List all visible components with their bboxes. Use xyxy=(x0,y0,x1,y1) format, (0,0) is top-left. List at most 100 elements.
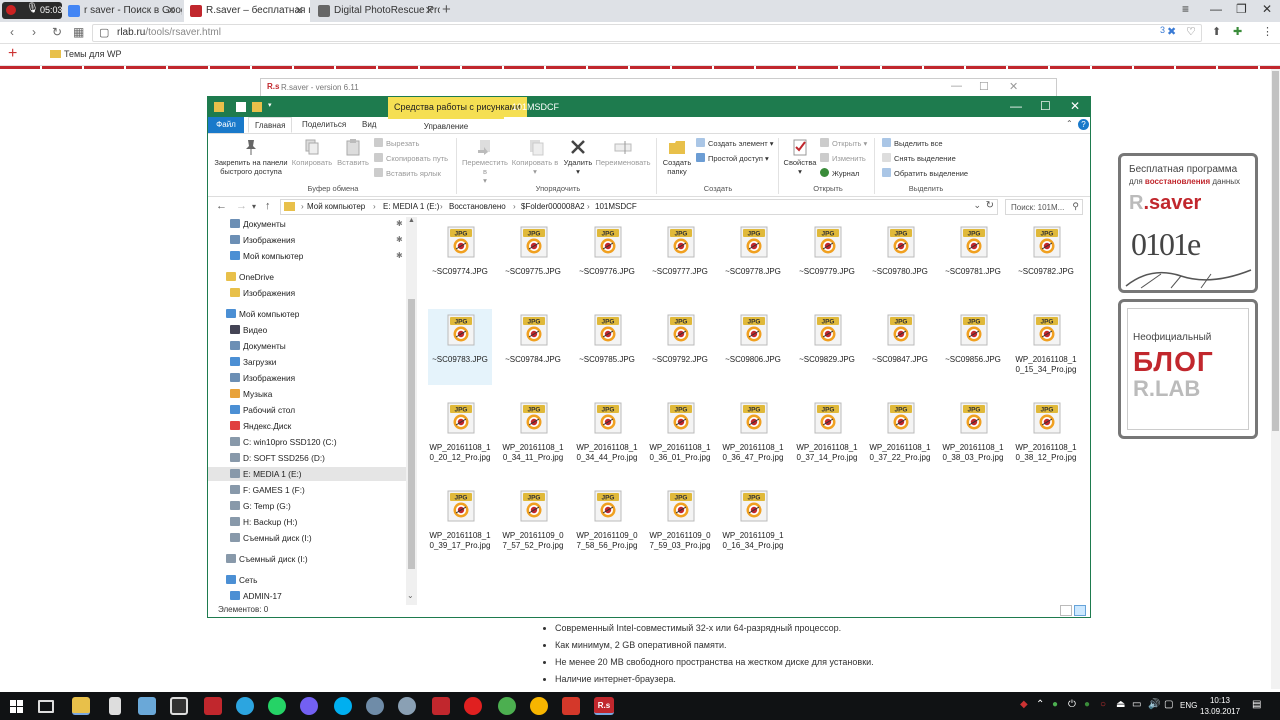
file-item[interactable]: JPG WP_20161108_10_36_01_Pro.jpg xyxy=(648,397,712,473)
nav-item[interactable]: H: Backup (H:) xyxy=(208,515,406,529)
file-item[interactable]: JPG ~SC09777.JPG xyxy=(648,221,712,297)
stash-icon[interactable]: ≡ xyxy=(1182,2,1189,16)
cut-button[interactable]: Вырезать xyxy=(374,138,419,148)
nav-scrollbar[interactable]: ▲ ⌄ xyxy=(406,217,417,605)
tab-home[interactable]: Главная xyxy=(248,117,293,133)
minimize-icon[interactable]: — xyxy=(1010,99,1022,113)
scroll-thumb[interactable] xyxy=(408,299,415,569)
scroll-up-icon[interactable]: ▲ xyxy=(408,217,415,224)
maximize-icon[interactable]: ☐ xyxy=(1040,99,1051,113)
invert-selection-button[interactable]: Обратить выделение xyxy=(882,168,968,178)
new-item-button[interactable]: Создать элемент ▾ xyxy=(696,138,774,148)
close-icon[interactable]: ✕ xyxy=(167,0,176,22)
browser-tab-photorescue[interactable]: Digital PhotoRescue Pro ... ✕ xyxy=(312,0,440,22)
nav-item[interactable]: Рабочий стол xyxy=(208,403,406,417)
tab-manage[interactable]: Управление xyxy=(388,117,504,133)
nav-item[interactable]: Музыка xyxy=(208,387,406,401)
file-item[interactable]: JPG ~SC09780.JPG xyxy=(868,221,932,297)
copy-button[interactable]: Копировать xyxy=(290,138,334,167)
lock-app-icon[interactable] xyxy=(170,697,188,715)
path-field[interactable]: › Мой компьютер › E: MEDIA 1 (E:) › Восс… xyxy=(280,199,998,215)
network-icon[interactable]: ▭ xyxy=(1132,699,1141,710)
skype-icon[interactable] xyxy=(334,697,352,715)
file-item[interactable]: JPG ~SC09775.JPG xyxy=(501,221,565,297)
heart-icon[interactable]: ♡ xyxy=(1186,25,1196,38)
large-icons-view-icon[interactable] xyxy=(1074,605,1086,616)
refresh-icon[interactable]: ↻ xyxy=(986,200,994,211)
task-view-icon[interactable] xyxy=(38,700,54,713)
file-item[interactable]: JPG ~SC09847.JPG xyxy=(868,309,932,385)
minimize-icon[interactable]: — xyxy=(1210,2,1222,16)
recent-dropdown-icon[interactable]: ▾ xyxy=(252,202,256,211)
nav-item[interactable]: G: Temp (G:) xyxy=(208,499,406,513)
copy-to-button[interactable]: Копировать в ▾ xyxy=(510,138,560,176)
reload-icon[interactable]: ↻ xyxy=(52,25,62,39)
file-item[interactable]: JPG WP_20161108_10_39_17_Pro.jpg xyxy=(428,485,492,561)
language-indicator[interactable]: ENG xyxy=(1180,701,1197,710)
file-item[interactable]: JPG ~SC09782.JPG xyxy=(1014,221,1078,297)
nav-item[interactable]: Мой компьютер ✱ xyxy=(208,249,406,263)
search-input[interactable]: Поиск: 101М... ⚲ xyxy=(1005,199,1083,215)
nav-item[interactable]: Яндекс.Диск xyxy=(208,419,406,433)
move-to-button[interactable]: Переместить в ▾ xyxy=(460,138,510,185)
open-button[interactable]: Открыть ▾ xyxy=(820,138,867,148)
browser-tab-google[interactable]: r saver - Поиск в Google ✕ xyxy=(62,0,182,22)
extension-icon[interactable]: ✚ xyxy=(1233,25,1242,38)
close-icon[interactable]: ✕ xyxy=(1009,80,1018,93)
file-explorer-icon[interactable] xyxy=(72,697,90,715)
properties-button[interactable]: Свойства ▾ xyxy=(780,138,820,176)
maximize-icon[interactable]: ❐ xyxy=(1236,2,1247,16)
extension-badge[interactable]: 3 xyxy=(1160,25,1165,35)
file-item[interactable]: JPG ~SC09779.JPG xyxy=(795,221,859,297)
forward-icon[interactable]: › xyxy=(32,25,36,39)
breadcrumb-item[interactable]: $Folder000008A2 xyxy=(521,202,585,211)
tab-view[interactable]: Вид xyxy=(356,117,382,133)
vpn-icon[interactable]: ✖ xyxy=(1167,25,1176,38)
nav-item[interactable]: Изображения xyxy=(208,286,406,300)
url-field[interactable]: ▢ rlab.ru/tools/rsaver.html xyxy=(92,24,1202,42)
file-item[interactable]: JPG WP_20161108_10_37_22_Pro.jpg xyxy=(868,397,932,473)
file-item[interactable]: JPG ~SC09829.JPG xyxy=(795,309,859,385)
tray-sync-icon[interactable]: ● xyxy=(1052,699,1058,710)
scroll-down-icon[interactable]: ⌄ xyxy=(407,591,414,600)
breadcrumb-item[interactable]: E: MEDIA 1 (E:) xyxy=(383,202,439,211)
disk-app-icon[interactable] xyxy=(398,697,416,715)
nav-item[interactable]: D: SOFT SSD256 (D:) xyxy=(208,451,406,465)
easy-access-button[interactable]: Простой доступ ▾ xyxy=(696,153,769,163)
tray-security-icon[interactable]: ● xyxy=(1084,699,1090,710)
opera-icon[interactable] xyxy=(464,697,482,715)
file-item[interactable]: JPG ~SC09776.JPG xyxy=(575,221,639,297)
file-item[interactable]: JPG WP_20161108_10_20_12_Pro.jpg xyxy=(428,397,492,473)
close-window-icon[interactable]: ✕ xyxy=(1262,2,1272,16)
nav-item[interactable]: Съемный диск (I:) xyxy=(208,552,406,566)
filezilla-icon[interactable] xyxy=(204,697,222,715)
tray-power-icon[interactable]: ⏻ xyxy=(1068,699,1076,710)
properties-icon[interactable] xyxy=(236,102,246,112)
edit-button[interactable]: Изменить xyxy=(820,153,866,163)
chevron-down-icon[interactable]: ⌄ xyxy=(973,200,981,211)
whatsapp-icon[interactable] xyxy=(268,697,286,715)
speed-dial-icon[interactable]: ▦ xyxy=(73,25,84,39)
nav-item[interactable]: Сеть xyxy=(208,573,406,587)
history-button[interactable]: Журнал xyxy=(820,168,859,178)
file-item[interactable]: JPG WP_20161109_07_58_56_Pro.jpg xyxy=(575,485,639,561)
close-icon[interactable]: ✕ xyxy=(295,0,304,22)
file-item[interactable]: JPG WP_20161108_10_38_03_Pro.jpg xyxy=(941,397,1005,473)
file-item[interactable]: JPG ~SC09778.JPG xyxy=(721,221,785,297)
nav-item[interactable]: Изображения xyxy=(208,371,406,385)
close-icon[interactable]: ✕ xyxy=(425,0,434,22)
add-bookmark-icon[interactable]: + xyxy=(8,45,17,63)
close-icon[interactable]: ✕ xyxy=(1070,99,1080,113)
file-item[interactable]: JPG WP_20161108_10_38_12_Pro.jpg xyxy=(1014,397,1078,473)
back-icon[interactable]: ‹ xyxy=(10,25,14,39)
nav-item[interactable]: Съемный диск (I:) xyxy=(208,531,406,545)
rlab-blog-banner[interactable]: Неофициальный БЛОГ R.LAB xyxy=(1118,299,1258,439)
file-item[interactable]: JPG WP_20161108_10_36_47_Pro.jpg xyxy=(721,397,785,473)
pin-quick-access-button[interactable]: Закрепить на панели быстрого доступа xyxy=(212,138,290,176)
telegram-icon[interactable] xyxy=(236,697,254,715)
nav-item[interactable]: E: MEDIA 1 (E:) xyxy=(208,467,406,481)
file-item[interactable]: JPG WP_20161108_10_37_14_Pro.jpg xyxy=(795,397,859,473)
system-clock[interactable]: 10:13 13.09.2017 xyxy=(1200,695,1240,717)
menu-icon[interactable]: ⋮ xyxy=(1262,25,1273,38)
warning-app-icon[interactable] xyxy=(530,697,548,715)
